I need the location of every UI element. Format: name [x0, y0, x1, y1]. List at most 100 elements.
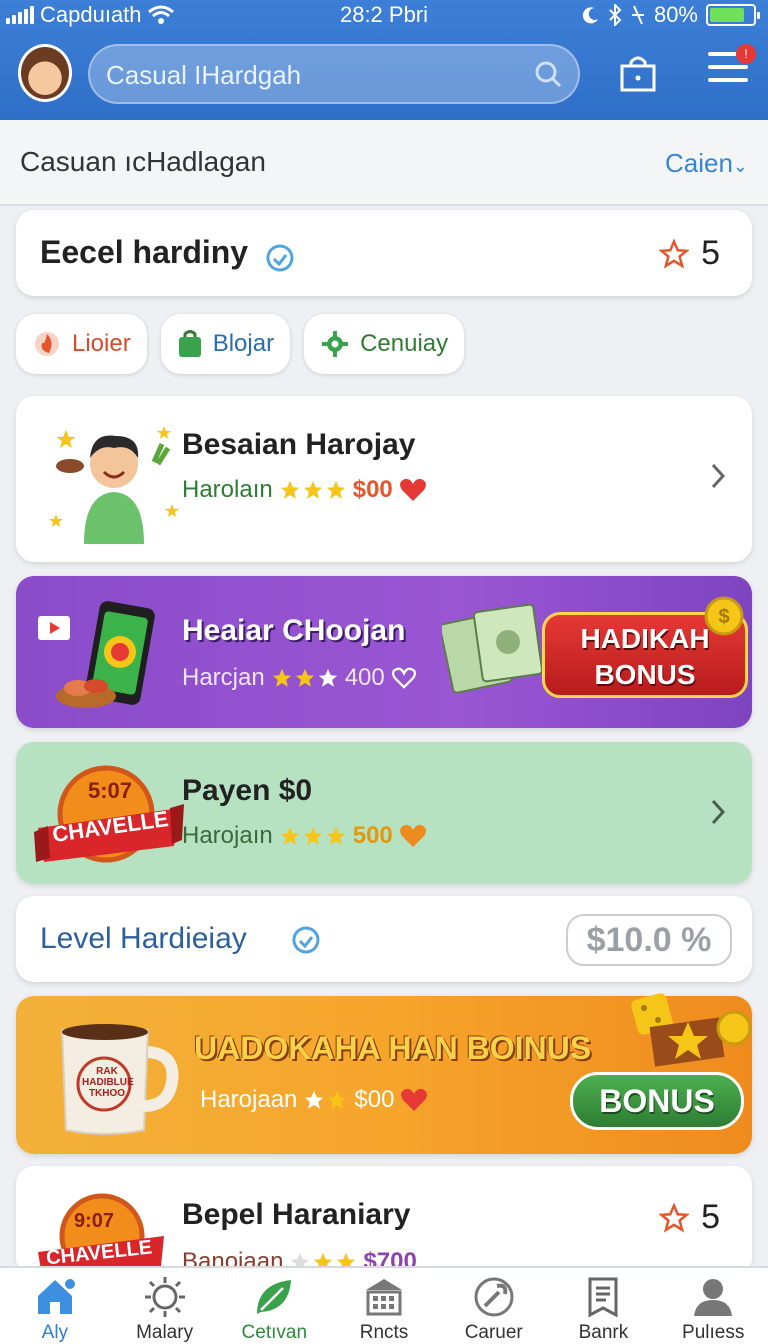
stars-icon [279, 479, 347, 501]
heart-icon [401, 1088, 428, 1111]
cash-illustration [442, 603, 544, 694]
stars-icon [271, 667, 339, 689]
promo-card-purple[interactable]: Heaiar CHoojan Harcjan 400 HADIKAH BONUS … [16, 576, 752, 728]
chip-blojar[interactable]: Blojar [160, 314, 291, 374]
heart-icon [399, 824, 426, 847]
tab-malary[interactable]: Malary [110, 1268, 220, 1344]
offer-amount: $00 [352, 476, 393, 503]
stars-icon [279, 825, 347, 847]
sun-icon [144, 1277, 185, 1317]
category-dropdown-label: Caien [664, 148, 733, 178]
featured-card[interactable]: Eecel hardiny 5 [16, 210, 752, 296]
chip-label: Blojar [212, 330, 275, 357]
tab-rncts[interactable]: Rncts [329, 1268, 439, 1344]
svg-text:$: $ [718, 606, 729, 628]
menu-button[interactable]: ! [708, 44, 756, 92]
tab-label: Cetıvan [241, 1322, 308, 1343]
level-title: Level Hardieiay [40, 922, 247, 955]
level-value-badge: $10.0 % [566, 914, 732, 966]
offer-subtitle: Harolaın [182, 476, 273, 503]
badge-time: 9:07 [74, 1210, 115, 1232]
rating-value: 5 [701, 234, 720, 272]
tab-label: Caruer [464, 1322, 523, 1343]
offer-subtitle: Harojaın [182, 822, 273, 849]
leaf-icon [257, 1280, 292, 1314]
app-header: Capduıath 28:2 Pbri 80% ! [0, 0, 768, 120]
promo-card-orange[interactable]: RAK HADIBLUE TKHOO UADOKAHA HAN BOINUS H… [16, 993, 752, 1154]
tab-pulless[interactable]: Pulıess [658, 1268, 768, 1344]
tab-label: Rncts [359, 1322, 409, 1343]
heart-icon [399, 478, 426, 501]
search-input[interactable] [106, 56, 526, 94]
section-header: Casuan ıcHadlagan Caien⌄ [0, 120, 768, 206]
battery-fill [710, 8, 744, 22]
filter-chips: Lioier Blojar Cenuiay [16, 314, 465, 374]
search-icon[interactable] [534, 60, 562, 88]
chip-label: Cenuiay [360, 330, 449, 357]
offer-title: Payen $0 [182, 774, 313, 807]
home-icon [37, 1279, 75, 1314]
tab-caruer[interactable]: Caruer [439, 1268, 549, 1344]
level-card[interactable]: Level Hardieiay $10.0 % [16, 896, 752, 982]
chip-lioier[interactable]: Lioier [16, 314, 147, 374]
phone-illustration [38, 601, 155, 708]
offer-card[interactable]: Besaian Harojay Harolaın $00 [16, 396, 752, 562]
wrench-icon [474, 1277, 514, 1317]
offer-amount: 500 [352, 822, 393, 849]
user-icon [694, 1279, 733, 1316]
search-bar[interactable] [88, 44, 580, 104]
tab-label: Aly [41, 1322, 69, 1343]
rating: 5 [659, 234, 720, 273]
stars-icon [303, 1089, 348, 1111]
chip-label: Lioier [72, 330, 131, 357]
promo-title: UADOKAHA HAN BOINUS [194, 1030, 592, 1066]
status-bar: Capduıath 28:2 Pbri 80% [0, 0, 768, 30]
promo-meta: Harojaan $00 [200, 1086, 428, 1114]
page-title: Casuan ıcHadlagan [20, 146, 266, 177]
chevron-right-icon[interactable] [710, 462, 726, 490]
promo-subtitle: Harcjan [182, 664, 265, 691]
star-outline-icon [659, 238, 690, 269]
fire-icon [35, 332, 59, 356]
featured-title: Eecel hardiny [40, 234, 249, 270]
tab-label: Pulıess [682, 1322, 745, 1343]
document-icon [588, 1277, 618, 1318]
offer-card-green[interactable]: 5:07 CHAVELLE Payen $0 Harojaın 500 [16, 742, 752, 884]
offer-title: Besaian Harojay [182, 428, 416, 461]
category-dropdown[interactable]: Caien⌄ [665, 148, 748, 179]
moon-icon [582, 7, 598, 24]
nfc-icon [631, 5, 644, 25]
verified-icon [292, 926, 320, 954]
rating-value: 5 [701, 1198, 720, 1236]
chip-cenuiay[interactable]: Cenuiay [304, 314, 465, 374]
offer-card[interactable]: 9:07 CHAVELLE Bepel Haraniary Banoiaan $… [16, 1166, 752, 1276]
gear-icon [322, 331, 349, 357]
dice-coin-illustration [631, 993, 752, 1067]
bonus-button[interactable]: BONUS [570, 1072, 744, 1130]
mug-label: RAK HADIBLUE TKHOO [82, 1066, 134, 1099]
tab-label: Malary [136, 1322, 194, 1343]
star-outline-icon [659, 1202, 690, 1233]
building-icon [366, 1279, 403, 1316]
battery-percent: 80% [653, 2, 698, 27]
offer-title: Bepel Haraniary [182, 1198, 411, 1231]
coin-icon: $ [704, 596, 744, 636]
promo-meta: Harcjan 400 [182, 664, 417, 692]
tab-cetivan[interactable]: Cetıvan [219, 1268, 329, 1344]
offer-meta: Harolaın $00 [182, 476, 427, 504]
offer-meta: Harojaın 500 [182, 822, 427, 850]
status-right: 80% [582, 2, 760, 28]
battery-icon [706, 4, 760, 26]
promo-subtitle: Harojaan [200, 1086, 298, 1113]
chevron-right-icon[interactable] [710, 798, 726, 826]
tab-aly[interactable]: Aly [0, 1268, 110, 1344]
bottom-tab-bar: Aly Malary Cetıvan Rncts Caruer Banrk Pu… [0, 1266, 768, 1344]
chevron-down-icon: ⌄ [732, 156, 748, 176]
verified-icon [266, 244, 294, 272]
rating: 5 [659, 1198, 720, 1237]
avatar[interactable] [18, 44, 72, 102]
bluetooth-icon [609, 4, 622, 26]
shopping-bag-icon[interactable] [618, 54, 658, 94]
promo-title: Heaiar CHoojan [182, 614, 406, 647]
tab-banrk[interactable]: Banrk [549, 1268, 659, 1344]
